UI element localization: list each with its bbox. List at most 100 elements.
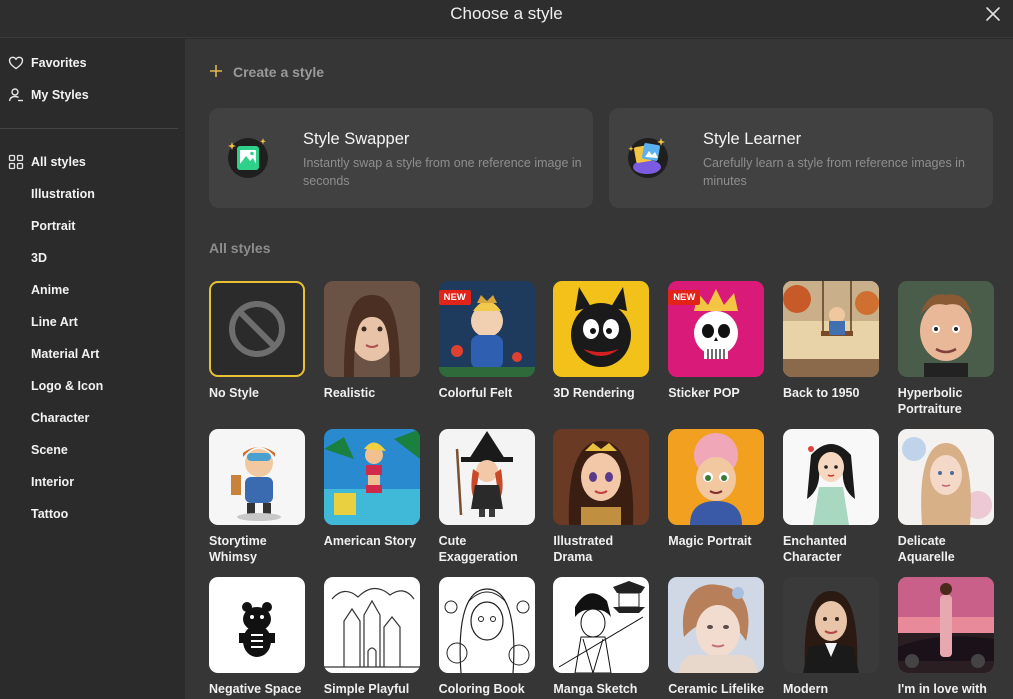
style-swapper-card[interactable]: Style Swapper Instantly swap a style fro… — [209, 108, 593, 208]
sidebar-item-scene[interactable]: Scene — [0, 436, 185, 464]
sidebar-item-label: Line Art — [31, 315, 78, 329]
card-description: Carefully learn a style from reference i… — [703, 156, 965, 188]
sidebar-item-3d[interactable]: 3D — [0, 244, 185, 272]
style-name: 3D Rendering — [553, 386, 635, 400]
style-thumbnail — [897, 281, 994, 377]
plus-icon — [209, 63, 227, 81]
style-thumbnail — [897, 577, 994, 673]
style-card-american-story[interactable]: American Story — [323, 429, 420, 549]
sidebar-item-label: Scene — [31, 443, 68, 457]
style-thumbnail — [783, 429, 879, 525]
style-card-coloring-book[interactable]: Coloring Book — [438, 577, 535, 697]
style-name: Magic Portrait — [668, 534, 752, 548]
style-name: Delicate Aquarelle — [897, 534, 955, 564]
dialog-header: Choose a style — [0, 0, 1013, 38]
style-thumbnail — [323, 429, 420, 525]
sidebar-item-label: Favorites — [31, 56, 87, 70]
sidebar-item-logo-icon[interactable]: Logo & Icon — [0, 372, 185, 400]
sidebar-item-label: Tattoo — [31, 507, 69, 521]
style-thumbnail — [668, 429, 765, 525]
style-thumbnail — [783, 281, 879, 377]
create-style-button[interactable]: Create a style — [209, 63, 324, 81]
sidebar-item-label: Portrait — [31, 219, 76, 233]
sidebar-item-interior[interactable]: Interior — [0, 468, 185, 496]
style-name: Coloring Book — [438, 682, 525, 696]
sidebar-item-label: My Styles — [31, 88, 89, 102]
sidebar-item-material-art[interactable]: Material Art — [0, 340, 185, 368]
style-card-back-to-1950[interactable]: Back to 1950 — [783, 281, 879, 401]
style-thumbnail — [323, 577, 420, 673]
sidebar: Favorites My Styles All styles Illustrat… — [0, 39, 185, 699]
style-thumbnail — [553, 281, 650, 377]
card-title: Style Swapper — [303, 130, 410, 148]
style-thumbnail — [209, 429, 305, 525]
sidebar-item-label: Interior — [31, 475, 75, 489]
style-card-no-style[interactable]: No Style — [209, 281, 305, 401]
style-thumbnail — [209, 577, 305, 673]
style-card-manga-sketch[interactable]: Manga Sketch — [553, 577, 650, 697]
style-thumbnail — [438, 577, 535, 673]
close-icon[interactable] — [983, 4, 1003, 24]
style-card-cute-exaggeration[interactable]: Cute Exaggeration — [438, 429, 535, 565]
sidebar-divider — [0, 128, 178, 129]
sidebar-item-line-art[interactable]: Line Art — [0, 308, 185, 336]
style-thumbnail: NEW — [438, 281, 535, 377]
sidebar-item-illustration[interactable]: Illustration — [0, 180, 185, 208]
style-thumbnail — [323, 281, 420, 377]
no-style-icon — [209, 281, 305, 377]
image-sparkle-icon — [225, 134, 271, 180]
style-card-hyperbolic-portraiture[interactable]: Hyperbolic Portraiture — [897, 281, 994, 417]
style-name: Manga Sketch — [553, 682, 638, 696]
style-learner-card[interactable]: Style Learner Carefully learn a style fr… — [609, 108, 993, 208]
style-thumbnail — [783, 577, 879, 673]
grid-icon — [8, 154, 24, 170]
style-card-storytime-whimsy[interactable]: Storytime Whimsy — [209, 429, 305, 565]
style-card-simple-playful[interactable]: Simple Playful — [323, 577, 420, 697]
sidebar-item-tattoo[interactable]: Tattoo — [0, 500, 185, 528]
style-card-modern[interactable]: Modern — [783, 577, 879, 697]
sidebar-item-label: Anime — [31, 283, 70, 297]
style-card-colorful-felt[interactable]: NEW Colorful Felt — [438, 281, 535, 401]
style-name: I'm in love with — [897, 682, 987, 696]
sidebar-item-all-styles[interactable]: All styles — [0, 148, 185, 176]
style-card-sticker-pop[interactable]: NEW Sticker POP — [668, 281, 765, 401]
new-badge: NEW — [438, 290, 471, 305]
style-name: Colorful Felt — [438, 386, 513, 400]
style-name: Storytime Whimsy — [209, 534, 267, 564]
style-thumbnail — [553, 577, 650, 673]
sidebar-item-portrait[interactable]: Portrait — [0, 212, 185, 240]
style-thumbnail — [668, 577, 765, 673]
style-card-illustrated-drama[interactable]: Illustrated Drama — [553, 429, 650, 565]
sidebar-item-character[interactable]: Character — [0, 404, 185, 432]
style-name: Back to 1950 — [783, 386, 860, 400]
style-name: Realistic — [323, 386, 376, 400]
sidebar-item-anime[interactable]: Anime — [0, 276, 185, 304]
style-thumbnail: NEW — [668, 281, 765, 377]
sidebar-item-label: Material Art — [31, 347, 100, 361]
image-stack-sparkle-icon — [625, 134, 671, 180]
sidebar-item-favorites[interactable]: Favorites — [0, 49, 185, 77]
sidebar-item-label: Character — [31, 411, 90, 425]
style-name: Simple Playful — [323, 682, 410, 696]
style-card-delicate-aquarelle[interactable]: Delicate Aquarelle — [897, 429, 994, 565]
style-card-realistic[interactable]: Realistic — [323, 281, 420, 401]
user-icon — [8, 87, 24, 103]
style-card-i-m-in-love-with[interactable]: I'm in love with — [897, 577, 994, 697]
style-name: No Style — [209, 386, 260, 400]
heart-icon — [8, 55, 24, 71]
main-panel: Create a style Style Swapper Instantly s… — [185, 39, 1013, 699]
new-badge: NEW — [668, 290, 701, 305]
style-name: Negative Space — [209, 682, 302, 696]
style-card-negative-space[interactable]: Negative Space — [209, 577, 305, 697]
dialog-title: Choose a style — [450, 4, 563, 23]
sidebar-item-my-styles[interactable]: My Styles — [0, 81, 185, 109]
style-name: Modern — [783, 682, 829, 696]
style-name: Hyperbolic Portraiture — [897, 386, 963, 416]
style-card-magic-portrait[interactable]: Magic Portrait — [668, 429, 765, 549]
create-style-label: Create a style — [233, 64, 325, 80]
style-card-ceramic-lifelike[interactable]: Ceramic Lifelike — [668, 577, 765, 697]
style-name: Ceramic Lifelike — [668, 682, 765, 696]
style-card-enchanted-character[interactable]: Enchanted Character — [783, 429, 879, 565]
sidebar-item-label: Illustration — [31, 187, 95, 201]
style-card-3d-rendering[interactable]: 3D Rendering — [553, 281, 650, 401]
